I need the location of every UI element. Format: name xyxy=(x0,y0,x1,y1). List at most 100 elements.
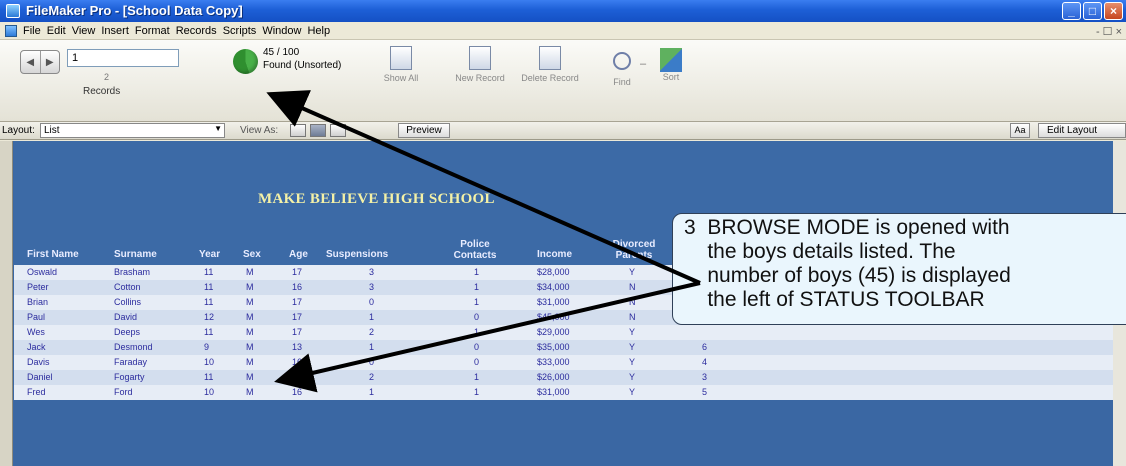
cell-divorced-parents[interactable]: Y xyxy=(629,372,635,382)
cell-divorced-parents[interactable]: Y xyxy=(629,357,635,367)
close-button[interactable]: × xyxy=(1104,2,1123,20)
minimize-button[interactable]: _ xyxy=(1062,2,1081,20)
cell-extra[interactable]: 5 xyxy=(702,387,707,397)
view-as-form-button[interactable] xyxy=(290,124,306,137)
cell-suspensions[interactable]: 1 xyxy=(369,312,374,322)
cell-income[interactable]: $31,000 xyxy=(537,387,570,397)
cell-police-contacts[interactable]: 1 xyxy=(474,387,479,397)
cell-year[interactable]: 11 xyxy=(204,282,213,292)
next-record-icon[interactable]: ▶ xyxy=(39,51,60,73)
cell-income[interactable]: $35,000 xyxy=(537,342,570,352)
cell-suspensions[interactable]: 3 xyxy=(369,267,374,277)
cell-divorced-parents[interactable]: N xyxy=(629,312,636,322)
cell-surname[interactable]: David xyxy=(114,312,137,322)
show-all-button[interactable]: Show All xyxy=(372,46,430,83)
sort-button[interactable]: Sort xyxy=(642,46,700,82)
cell-year[interactable]: 12 xyxy=(204,312,214,322)
cell-age[interactable]: 16 xyxy=(292,357,302,367)
cell-surname[interactable]: Ford xyxy=(114,387,133,397)
cell-age[interactable]: 17 xyxy=(292,327,302,337)
cell-surname[interactable]: Fogarty xyxy=(114,372,145,382)
layout-select[interactable]: List ▼ xyxy=(40,123,225,138)
cell-divorced-parents[interactable]: Y xyxy=(629,327,635,337)
cell-first-name[interactable]: Oswald xyxy=(27,267,57,277)
view-as-table-button[interactable] xyxy=(330,124,346,137)
previous-record-icon[interactable]: ◀ xyxy=(21,51,40,73)
cell-income[interactable]: $31,000 xyxy=(537,297,570,307)
table-row[interactable]: Wes Deeps 11 M 17 2 1 $29,000 Y xyxy=(14,325,1113,340)
found-set-pie-icon[interactable] xyxy=(233,49,258,74)
cell-income[interactable]: $34,000 xyxy=(537,282,570,292)
record-navigation[interactable]: ◀ ▶ xyxy=(20,50,60,74)
cell-first-name[interactable]: Daniel xyxy=(27,372,53,382)
table-row[interactable]: Daniel Fogarty 11 M 17 2 1 $26,000 Y 3 xyxy=(14,370,1113,385)
preview-button[interactable]: Preview xyxy=(398,123,450,138)
cell-police-contacts[interactable]: 1 xyxy=(474,372,479,382)
menu-insert[interactable]: Insert xyxy=(101,25,135,37)
cell-first-name[interactable]: Davis xyxy=(27,357,50,367)
cell-sex[interactable]: M xyxy=(246,312,254,322)
cell-age[interactable]: 16 xyxy=(292,282,302,292)
cell-surname[interactable]: Deeps xyxy=(114,327,140,337)
cell-age[interactable]: 17 xyxy=(292,267,302,277)
cell-suspensions[interactable]: 0 xyxy=(369,297,374,307)
cell-age[interactable]: 17 xyxy=(292,312,302,322)
cell-sex[interactable]: M xyxy=(246,357,254,367)
cell-year[interactable]: 9 xyxy=(204,342,209,352)
cell-sex[interactable]: M xyxy=(246,297,254,307)
cell-first-name[interactable]: Jack xyxy=(27,342,46,352)
cell-sex[interactable]: M xyxy=(246,267,254,277)
cell-suspensions[interactable]: 0 xyxy=(369,357,374,367)
delete-record-button[interactable]: Delete Record xyxy=(521,46,579,83)
cell-divorced-parents[interactable]: Y xyxy=(629,267,635,277)
cell-sex[interactable]: M xyxy=(246,372,254,382)
current-record-field[interactable]: 1 xyxy=(67,49,179,67)
cell-income[interactable]: $26,000 xyxy=(537,372,570,382)
cell-divorced-parents[interactable]: Y xyxy=(629,342,635,352)
cell-suspensions[interactable]: 1 xyxy=(369,342,374,352)
menu-help[interactable]: Help xyxy=(307,25,336,37)
edit-layout-button[interactable]: Edit Layout xyxy=(1038,123,1126,138)
cell-year[interactable]: 11 xyxy=(204,372,213,382)
cell-surname[interactable]: Brasham xyxy=(114,267,150,277)
new-record-button[interactable]: New Record xyxy=(451,46,509,83)
text-formatting-button[interactable]: Aa xyxy=(1010,123,1030,138)
cell-sex[interactable]: M xyxy=(246,327,254,337)
cell-police-contacts[interactable]: 0 xyxy=(474,342,479,352)
cell-first-name[interactable]: Wes xyxy=(27,327,45,337)
cell-extra[interactable]: 3 xyxy=(702,372,707,382)
document-icon[interactable] xyxy=(5,24,17,37)
cell-income[interactable]: $33,000 xyxy=(537,357,570,367)
cell-divorced-parents[interactable]: N xyxy=(629,282,636,292)
cell-extra[interactable]: 6 xyxy=(702,342,707,352)
cell-police-contacts[interactable]: 1 xyxy=(474,327,479,337)
cell-police-contacts[interactable]: 1 xyxy=(474,297,479,307)
cell-age[interactable]: 16 xyxy=(292,387,302,397)
cell-police-contacts[interactable]: 1 xyxy=(474,267,479,277)
cell-suspensions[interactable]: 2 xyxy=(369,327,374,337)
cell-extra[interactable]: 4 xyxy=(702,357,707,367)
cell-surname[interactable]: Cotton xyxy=(114,282,141,292)
cell-year[interactable]: 10 xyxy=(204,357,214,367)
cell-income[interactable]: $29,000 xyxy=(537,327,570,337)
table-row[interactable]: Fred Ford 10 M 16 1 1 $31,000 Y 5 xyxy=(14,385,1113,400)
view-as-list-button[interactable] xyxy=(310,124,326,137)
cell-age[interactable]: 13 xyxy=(292,342,302,352)
menu-window[interactable]: Window xyxy=(262,25,307,37)
cell-year[interactable]: 11 xyxy=(204,327,213,337)
menu-records[interactable]: Records xyxy=(176,25,223,37)
cell-sex[interactable]: M xyxy=(246,387,254,397)
cell-year[interactable]: 11 xyxy=(204,267,213,277)
table-row[interactable]: Jack Desmond 9 M 13 1 0 $35,000 Y 6 xyxy=(14,340,1113,355)
cell-suspensions[interactable]: 1 xyxy=(369,387,374,397)
menu-file[interactable]: File xyxy=(23,25,47,37)
cell-police-contacts[interactable]: 0 xyxy=(474,357,479,367)
cell-first-name[interactable]: Paul xyxy=(27,312,45,322)
cell-age[interactable]: 17 xyxy=(292,372,302,382)
cell-first-name[interactable]: Fred xyxy=(27,387,46,397)
table-row[interactable]: Davis Faraday 10 M 16 0 0 $33,000 Y 4 xyxy=(14,355,1113,370)
cell-divorced-parents[interactable]: N xyxy=(629,297,636,307)
cell-sex[interactable]: M xyxy=(246,282,254,292)
cell-police-contacts[interactable]: 1 xyxy=(474,282,479,292)
cell-year[interactable]: 11 xyxy=(204,297,213,307)
